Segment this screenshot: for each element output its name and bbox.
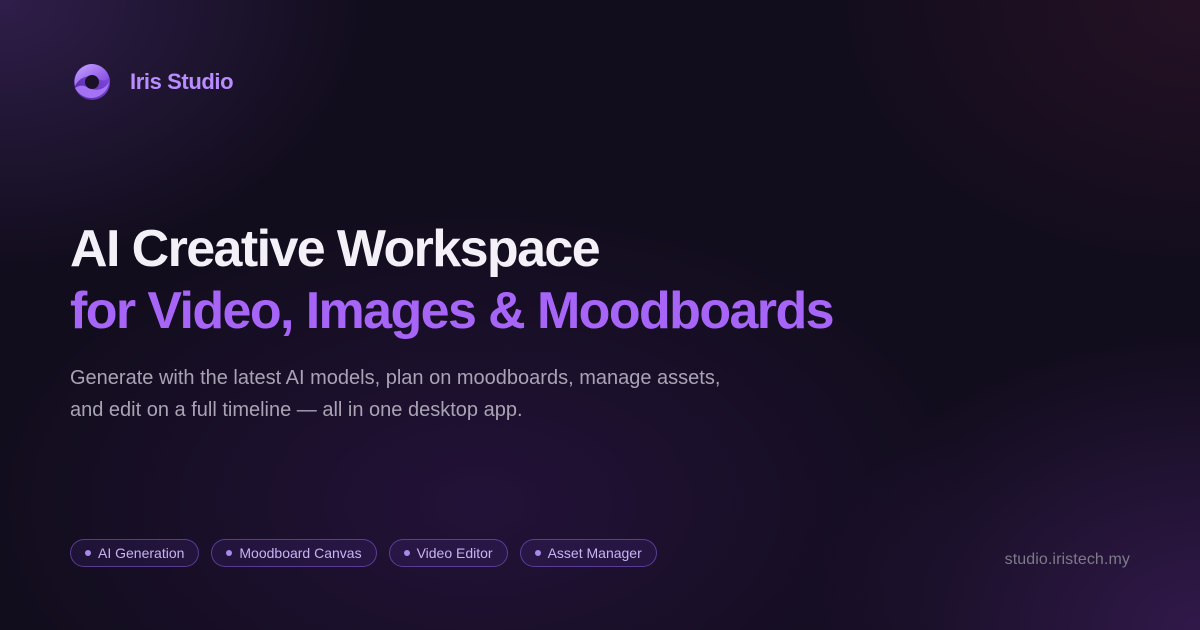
hero-title-line-2: for Video, Images & Moodboards: [70, 282, 835, 340]
chip-asset-manager[interactable]: Asset Manager: [519, 539, 657, 567]
dot-icon: [226, 550, 233, 556]
chip-label: Video Editor: [416, 545, 493, 561]
dot-icon: [403, 550, 410, 556]
iris-swirl-logo-icon: [74, 64, 110, 100]
hero-subtitle-line-2: and edit on a full timeline — all in one…: [70, 399, 523, 421]
site-url[interactable]: studio.iristech.my: [1005, 551, 1130, 569]
chip-moodboard-canvas[interactable]: Moodboard Canvas: [211, 539, 377, 567]
chip-label: AI Generation: [98, 545, 185, 561]
hero-title-line-1: AI Creative Workspace: [70, 220, 601, 278]
brand-name: Iris Studio: [130, 69, 234, 94]
brand-header[interactable]: Iris Studio: [72, 62, 234, 102]
chip-label: Asset Manager: [547, 545, 642, 561]
chip-video-editor[interactable]: Video Editor: [388, 539, 508, 567]
hero-subtitle-line-1: Generate with the latest AI models, plan…: [70, 367, 721, 389]
feature-chips: AI Generation Moodboard Canvas Video Edi…: [70, 539, 657, 567]
hero-section: AI Creative Workspace for Video, Images …: [70, 218, 1070, 426]
dot-icon: [534, 550, 541, 556]
dot-icon: [85, 550, 91, 556]
chip-ai-generation[interactable]: AI Generation: [70, 539, 200, 567]
hero-subtitle: Generate with the latest AI models, plan…: [70, 362, 810, 426]
chip-label: Moodboard Canvas: [239, 545, 362, 561]
hero-title: AI Creative Workspace for Video, Images …: [70, 218, 1070, 342]
